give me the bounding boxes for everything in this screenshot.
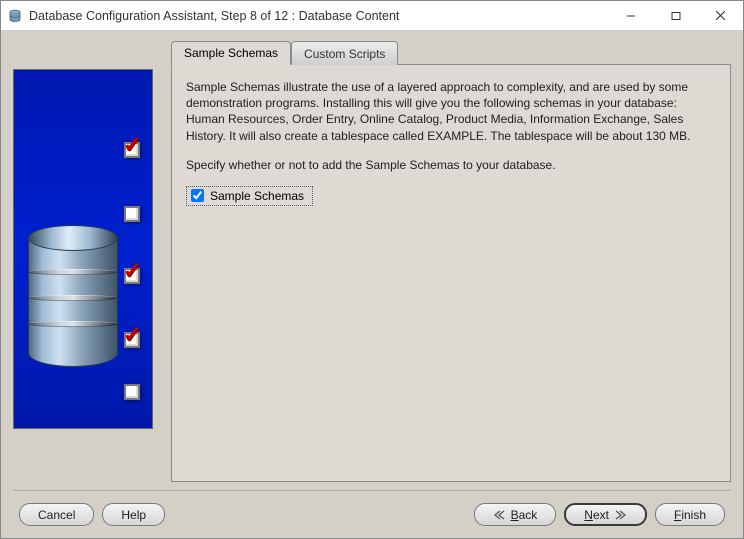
sample-schemas-checkbox[interactable]: [191, 189, 204, 202]
tab-sample-schemas[interactable]: Sample Schemas: [171, 41, 291, 65]
wizard-step-4-checkbox-icon: ✓: [124, 332, 140, 348]
sample-schemas-checkbox-row[interactable]: Sample Schemas: [186, 186, 313, 206]
wizard-step-1-checkbox-icon: ✓: [124, 142, 140, 158]
finish-button[interactable]: Finish: [655, 503, 725, 526]
cancel-button[interactable]: Cancel: [19, 503, 94, 526]
checkbox-label: Sample Schemas: [210, 189, 304, 203]
window-buttons: [608, 1, 743, 30]
chevron-left-icon: [493, 510, 505, 520]
wizard-step-3-checkbox-icon: ✓: [124, 268, 140, 284]
wizard-step-2-checkbox-icon: [124, 206, 140, 222]
instruction-text: Specify whether or not to add the Sample…: [186, 158, 716, 172]
maximize-button[interactable]: [653, 1, 698, 30]
wizard-graphic: ✓ ✓ ✓: [13, 69, 153, 429]
tab-panel-sample-schemas: Sample Schemas illustrate the use of a l…: [171, 64, 731, 482]
next-button[interactable]: Next: [564, 503, 647, 526]
tab-label: Sample Schemas: [184, 46, 278, 60]
minimize-button[interactable]: [608, 1, 653, 30]
app-icon: [7, 8, 23, 24]
description-text: Sample Schemas illustrate the use of a l…: [186, 79, 716, 144]
tab-label: Custom Scripts: [304, 47, 385, 61]
back-button[interactable]: Back: [474, 503, 557, 526]
help-button[interactable]: Help: [102, 503, 165, 526]
window-title: Database Configuration Assistant, Step 8…: [29, 9, 608, 23]
wizard-step-5-checkbox-icon: [124, 384, 140, 400]
tab-strip: Sample Schemas Custom Scripts: [171, 41, 731, 65]
close-button[interactable]: [698, 1, 743, 30]
wizard-button-row: Cancel Help Back Next Finish: [13, 490, 731, 530]
title-bar: Database Configuration Assistant, Step 8…: [1, 1, 743, 31]
tab-custom-scripts[interactable]: Custom Scripts: [291, 41, 398, 65]
chevron-right-icon: [615, 510, 627, 520]
